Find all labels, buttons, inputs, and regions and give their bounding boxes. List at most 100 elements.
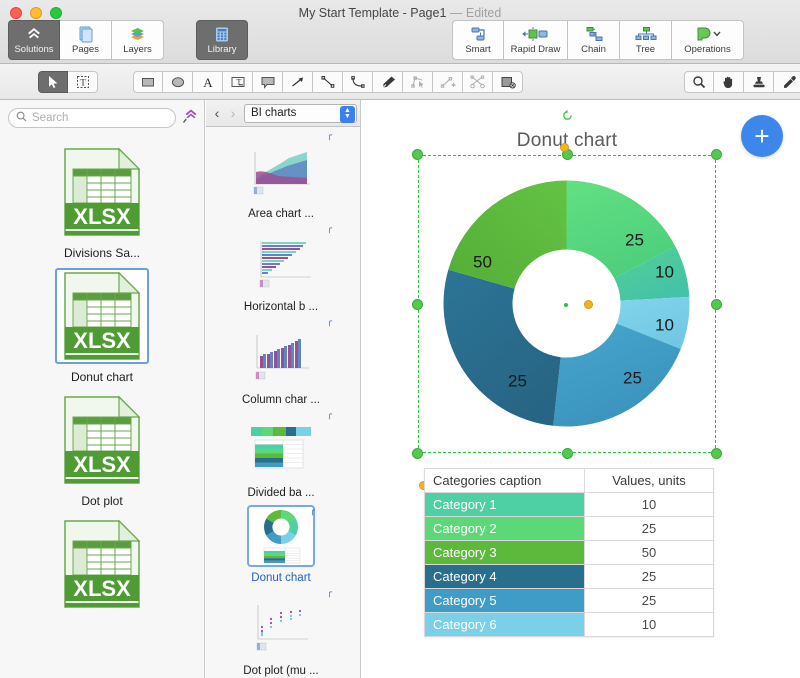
file-list: XLSX Divisions Sa... XLSX Donut chart XL…: [0, 136, 204, 612]
text-select-tool[interactable]: T: [68, 71, 98, 93]
resize-handle-ne[interactable]: [711, 149, 722, 160]
text-box-tool[interactable]: T: [223, 71, 253, 93]
rapid-draw-button[interactable]: Rapid Draw: [504, 20, 568, 60]
title-bar: My Start Template - Page1 — Edited Solut…: [0, 0, 800, 64]
line-tool[interactable]: [313, 71, 343, 93]
rotate-icon[interactable]: [561, 109, 573, 121]
table-row[interactable]: Category 1 10: [424, 492, 714, 517]
operations-button[interactable]: Operations: [672, 20, 744, 60]
library-item-donut-chart[interactable]: ╭ Donut chart: [206, 499, 356, 584]
arrow-tool[interactable]: [283, 71, 313, 93]
resize-handle-e[interactable]: [711, 299, 722, 310]
table-cell-value: 25: [584, 588, 714, 613]
svg-text:T: T: [80, 78, 86, 88]
resize-corner-icon: ╭: [326, 130, 332, 140]
layers-button[interactable]: Layers: [112, 20, 164, 60]
hand-tool[interactable]: [714, 71, 744, 93]
table-cell-category: Category 5: [424, 588, 585, 613]
erase-shape-tool[interactable]: [493, 71, 523, 93]
library-items-list[interactable]: ╭ Area chart ... ╭ Horizontal b ... ╭ Co…: [206, 127, 360, 678]
files-sidebar: Search XLSX Divisions Sa... XLSX Donut c…: [0, 100, 205, 678]
table-row[interactable]: Category 5 25: [424, 588, 714, 613]
search-input[interactable]: Search: [8, 108, 176, 128]
library-select[interactable]: BI charts ▲ ▼: [244, 103, 357, 123]
text-tool[interactable]: A: [193, 71, 223, 93]
chevron-updown-icon: ▲ ▼: [340, 105, 355, 123]
column-chart-thumb: ╭: [242, 316, 332, 389]
layers-icon: [128, 24, 147, 44]
file-item-dot-plot[interactable]: XLSX Dot plot: [0, 384, 204, 508]
chain-button[interactable]: Chain: [568, 20, 620, 60]
magic-wand-icon[interactable]: [182, 108, 198, 129]
library-item-divided-bar[interactable]: ╭ Divided ba ...: [206, 406, 356, 499]
smart-button[interactable]: Smart: [452, 20, 504, 60]
zoom-tool[interactable]: [684, 71, 714, 93]
chevron-left-icon[interactable]: ‹: [210, 105, 224, 121]
shape-tools-group: A T: [133, 71, 523, 93]
library-item-label: Area chart ...: [248, 208, 314, 220]
add-shape-button[interactable]: +: [741, 115, 783, 157]
file-item-partial[interactable]: XLSX: [0, 508, 204, 612]
resize-handle-s[interactable]: [562, 448, 573, 459]
callout-tool[interactable]: [253, 71, 283, 93]
solutions-button[interactable]: Solutions: [8, 20, 60, 60]
pages-button[interactable]: Pages: [60, 20, 112, 60]
table-row[interactable]: Category 3 50: [424, 540, 714, 565]
rectangle-tool[interactable]: [133, 71, 163, 93]
xlsx-file-icon: XLSX: [55, 144, 149, 240]
library-item-horizontal-bar[interactable]: ╭ Horizontal b ...: [206, 220, 356, 313]
stamp-tool[interactable]: [744, 71, 774, 93]
curve-tool[interactable]: [343, 71, 373, 93]
library-button[interactable]: Library: [196, 20, 248, 60]
table-cell-value: 25: [584, 516, 714, 541]
resize-corner-icon: ╭: [309, 505, 315, 515]
ellipse-tool[interactable]: [163, 71, 193, 93]
resize-handle-nw[interactable]: [412, 149, 423, 160]
slice-label-cat6: 10: [655, 316, 674, 335]
chain-icon: [582, 24, 606, 44]
svg-text:XLSX: XLSX: [73, 452, 131, 477]
library-item-area-chart[interactable]: ╭ Area chart ...: [206, 127, 356, 220]
tree-button[interactable]: Tree: [620, 20, 672, 60]
window-title-text: My Start Template - Page1: [298, 6, 447, 20]
table-row[interactable]: Category 2 25: [424, 516, 714, 541]
library-item-label: Dot plot (mu ...: [243, 665, 319, 677]
eyedropper-tool[interactable]: [774, 71, 800, 93]
pen-tool[interactable]: [373, 71, 403, 93]
library-item-column-chart[interactable]: ╭ Column char ...: [206, 313, 356, 406]
cut-tool[interactable]: [463, 71, 493, 93]
resize-corner-icon: ╭: [326, 409, 332, 419]
selection-tools-group: T: [38, 71, 98, 93]
resize-handle-sw[interactable]: [412, 448, 423, 459]
edit-points-tool[interactable]: [403, 71, 433, 93]
library-select-value: BI charts: [251, 107, 297, 119]
library-item-dot-plot[interactable]: ╭ Dot plot (mu ...: [206, 584, 356, 677]
chain-label: Chain: [581, 44, 606, 55]
file-item-divisions[interactable]: XLSX Divisions Sa...: [0, 136, 204, 260]
slice-label-cat2: 25: [625, 231, 644, 250]
xlsx-file-icon: XLSX: [55, 516, 149, 612]
window-edited-label: — Edited: [449, 6, 502, 20]
table-header-values: Values, units: [584, 468, 714, 493]
pointer-tool[interactable]: [38, 71, 68, 93]
table-cell-category: Category 2: [424, 516, 585, 541]
file-item-donut-chart[interactable]: XLSX Donut chart: [0, 260, 204, 384]
table-row[interactable]: Category 4 25: [424, 564, 714, 589]
search-row: Search: [8, 107, 198, 129]
document-canvas[interactable]: + Donut chart 25 10 10 25 25 50 Categori…: [362, 100, 800, 678]
table-row[interactable]: Category 6 10: [424, 612, 714, 637]
chart-data-table[interactable]: Categories caption Values, units Categor…: [424, 468, 714, 637]
library-item-label: Horizontal b ...: [243, 301, 319, 313]
operations-icon: [691, 24, 725, 44]
library-panel: ‹ › BI charts ▲ ▼ ╭ Area chart ... ╭ Hor…: [206, 100, 361, 678]
chevron-right-icon[interactable]: ›: [226, 105, 240, 121]
app-window: My Start Template - Page1 — Edited Solut…: [0, 0, 800, 678]
svg-text:XLSX: XLSX: [73, 576, 131, 601]
text-anchor-handle[interactable]: [560, 143, 569, 152]
inner-radius-handle[interactable]: [584, 300, 593, 309]
add-point-tool[interactable]: [433, 71, 463, 93]
area-chart-thumb: ╭: [242, 130, 332, 203]
resize-handle-se[interactable]: [711, 448, 722, 459]
pages-label: Pages: [72, 44, 99, 55]
resize-handle-w[interactable]: [412, 299, 423, 310]
